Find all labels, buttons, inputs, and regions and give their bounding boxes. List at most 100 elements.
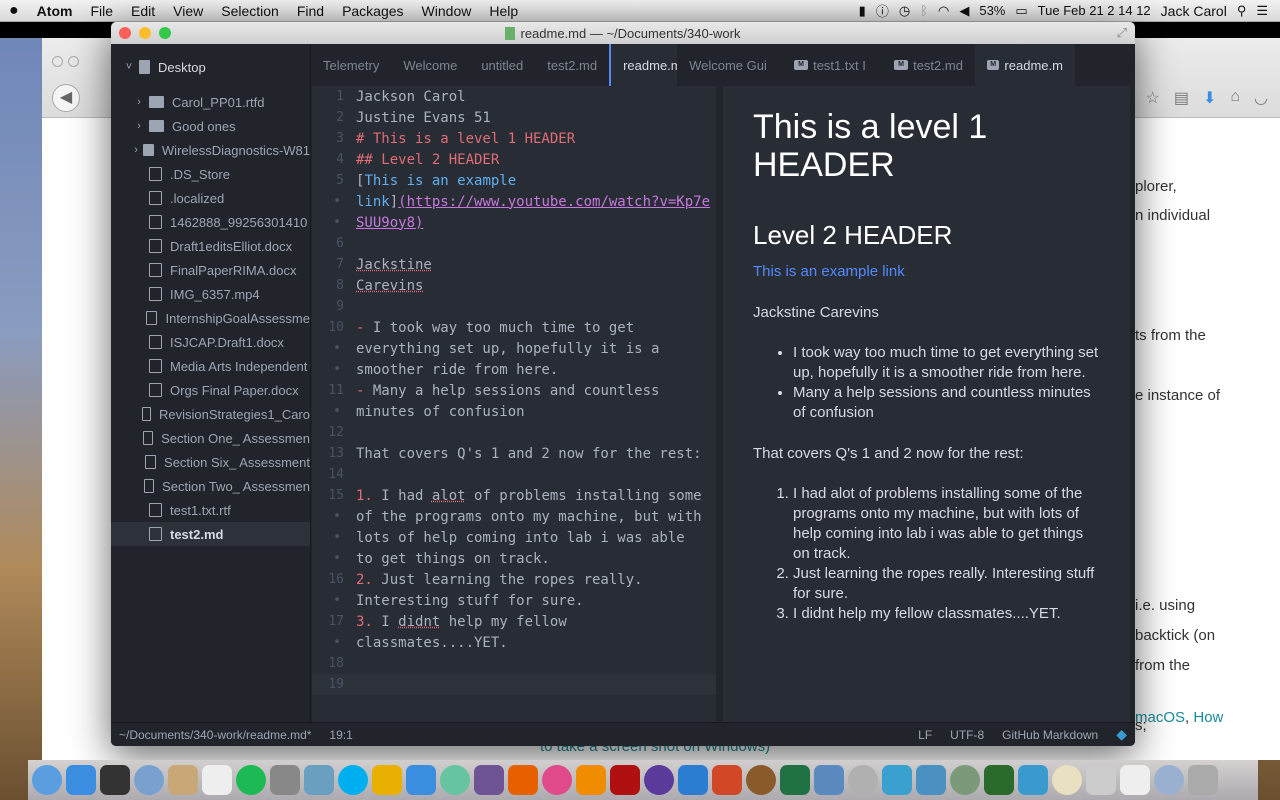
tree-item[interactable]: Section One_ Assessmen xyxy=(111,426,310,450)
tree-item[interactable]: test1.txt.rtf xyxy=(111,498,310,522)
tree-item[interactable]: .localized xyxy=(111,186,310,210)
menu-window[interactable]: Window xyxy=(413,3,481,19)
dock-help-icon[interactable] xyxy=(1086,765,1116,795)
presentation-icon[interactable]: ▮ xyxy=(859,3,866,19)
home-icon[interactable]: ⌂ xyxy=(1230,88,1240,108)
tab[interactable]: Telemetry xyxy=(311,44,391,86)
code-line[interactable]: 17 3. I didnt help my fellow xyxy=(312,611,716,632)
menu-app-atom[interactable]: Atom xyxy=(28,3,82,19)
code-line[interactable]: 8 Carevins xyxy=(312,275,716,296)
volume-icon[interactable]: ◀ xyxy=(959,3,969,19)
reading-list-icon[interactable]: ▤ xyxy=(1174,88,1189,108)
code-line[interactable]: • minutes of confusion xyxy=(312,401,716,422)
code-line[interactable]: 12 xyxy=(312,422,716,443)
bookmark-star-icon[interactable]: ☆ xyxy=(1145,88,1159,108)
dock-imovie-icon[interactable] xyxy=(644,765,674,795)
tree-item[interactable]: RevisionStrategies1_Caro xyxy=(111,402,310,426)
fullscreen-icon[interactable]: ⤢ xyxy=(1117,25,1127,41)
dock-notes-icon[interactable] xyxy=(1052,765,1082,795)
back-button-icon[interactable]: ◀ xyxy=(52,84,80,112)
code-line[interactable]: 3 # This is a level 1 HEADER xyxy=(312,128,716,149)
dock-iphoto-icon[interactable] xyxy=(304,765,334,795)
code-line[interactable]: 9 xyxy=(312,296,716,317)
wifi-icon[interactable]: ◠ xyxy=(938,3,949,19)
code-line[interactable]: 1 Jackson Carol xyxy=(312,86,716,107)
tab[interactable]: Mtest1.txt I xyxy=(782,44,882,86)
dock-word-icon[interactable] xyxy=(678,765,708,795)
dock-applications-icon[interactable] xyxy=(1154,765,1184,795)
zoom-button[interactable] xyxy=(159,27,171,39)
status-encoding[interactable]: UTF-8 xyxy=(950,728,984,742)
pocket-icon[interactable]: ◡ xyxy=(1254,88,1268,108)
code-line[interactable]: • everything set up, hopefully it is a xyxy=(312,338,716,359)
code-line[interactable]: • classmates....YET. xyxy=(312,632,716,653)
dock-printer-icon[interactable] xyxy=(1018,765,1048,795)
code-line[interactable]: • link](https://www.youtube.com/watch?v=K… xyxy=(312,191,716,212)
menu-selection[interactable]: Selection xyxy=(212,3,288,19)
dock-excel-icon[interactable] xyxy=(780,765,810,795)
code-line[interactable]: 14 xyxy=(312,464,716,485)
code-line[interactable]: • Interesting stuff for sure. xyxy=(312,590,716,611)
code-line[interactable]: 7 Jackstine xyxy=(312,254,716,275)
macos-link[interactable]: macOS xyxy=(1135,709,1185,726)
code-line[interactable]: 4 ## Level 2 HEADER xyxy=(312,149,716,170)
code-line[interactable]: • SUU9oy8) xyxy=(312,212,716,233)
close-button[interactable] xyxy=(119,27,131,39)
tab[interactable]: Mreadme.m xyxy=(974,44,1075,86)
browser-close-button[interactable] xyxy=(52,56,63,67)
dock-itunes-icon[interactable] xyxy=(542,765,572,795)
code-editor[interactable]: 1 Jackson Carol 2 Justine Evans 51 3 # This i… xyxy=(312,86,716,722)
code-line[interactable]: 10 - I took way too much time to get xyxy=(312,317,716,338)
tab[interactable]: Mtest2.md xyxy=(882,44,975,86)
code-line[interactable]: • of the programs onto my machine, but wi… xyxy=(312,506,716,527)
tree-item[interactable]: InternshipGoalAssessme xyxy=(111,306,310,330)
dock-skype-icon[interactable] xyxy=(338,765,368,795)
dock-app-store-icon[interactable] xyxy=(66,765,96,795)
code-line[interactable]: 15 1. I had alot of problems installing s… xyxy=(312,485,716,506)
status-grammar[interactable]: GitHub Markdown xyxy=(1002,728,1098,742)
tree-item[interactable]: FinalPaperRIMA.docx xyxy=(111,258,310,282)
tree-item[interactable]: IMG_6357.mp4 xyxy=(111,282,310,306)
dock-dashboard-icon[interactable] xyxy=(100,765,130,795)
dock-firefox-icon[interactable] xyxy=(508,765,538,795)
dock-boot-camp-icon[interactable] xyxy=(950,765,980,795)
dock-ibooks-icon[interactable] xyxy=(576,765,606,795)
apple-menu-icon[interactable]: ● xyxy=(0,2,28,20)
pane-divider[interactable] xyxy=(716,86,723,722)
dock-garageband-icon[interactable] xyxy=(746,765,776,795)
code-line[interactable]: • smoother ride from here. xyxy=(312,359,716,380)
tree-item[interactable]: Section Two_ Assessmen xyxy=(111,474,310,498)
tree-item[interactable]: › Carol_PP01.rtfd xyxy=(111,90,310,114)
tree-item[interactable]: › WirelessDiagnostics-W81 xyxy=(111,138,310,162)
browser-minimize-button[interactable] xyxy=(68,56,79,67)
code-line[interactable]: 6 xyxy=(312,233,716,254)
how-link[interactable]: How xyxy=(1193,709,1223,726)
tree-item[interactable]: Draft1editsElliot.docx xyxy=(111,234,310,258)
dock-atom-icon[interactable] xyxy=(440,765,470,795)
dock-migration-icon[interactable] xyxy=(916,765,946,795)
menu-find[interactable]: Find xyxy=(288,3,333,19)
tree-item[interactable]: ISJCAP.Draft1.docx xyxy=(111,330,310,354)
tree-item[interactable]: Section Six_ Assessment xyxy=(111,450,310,474)
dock-scrivener-icon[interactable] xyxy=(984,765,1014,795)
dock-image-capture-icon[interactable] xyxy=(848,765,878,795)
tree-item[interactable]: .DS_Store xyxy=(111,162,310,186)
tab[interactable]: Welcome xyxy=(391,44,469,86)
tree-item[interactable]: 1462888_99256301410 xyxy=(111,210,310,234)
code-line[interactable]: 2 Justine Evans 51 xyxy=(312,107,716,128)
dock-powerpoint-icon[interactable] xyxy=(712,765,742,795)
minimize-button[interactable] xyxy=(139,27,151,39)
tab[interactable]: readme.m xyxy=(609,44,678,86)
dock-contacts-icon[interactable] xyxy=(168,765,198,795)
menu-view[interactable]: View xyxy=(164,3,212,19)
code-line[interactable]: 18 xyxy=(312,653,716,674)
dock-preview-icon[interactable] xyxy=(814,765,844,795)
menu-edit[interactable]: Edit xyxy=(122,3,164,19)
tree-item[interactable]: Media Arts Independent xyxy=(111,354,310,378)
dock-github-icon[interactable] xyxy=(474,765,504,795)
dock-photo-slideshow-icon[interactable] xyxy=(610,765,640,795)
code-line[interactable]: 11 - Many a help sessions and countless xyxy=(312,380,716,401)
spotlight-search-icon[interactable]: ⚲ xyxy=(1237,3,1247,19)
tree-item[interactable]: Orgs Final Paper.docx xyxy=(111,378,310,402)
code-line[interactable]: • lots of help coming into lab i was able xyxy=(312,527,716,548)
